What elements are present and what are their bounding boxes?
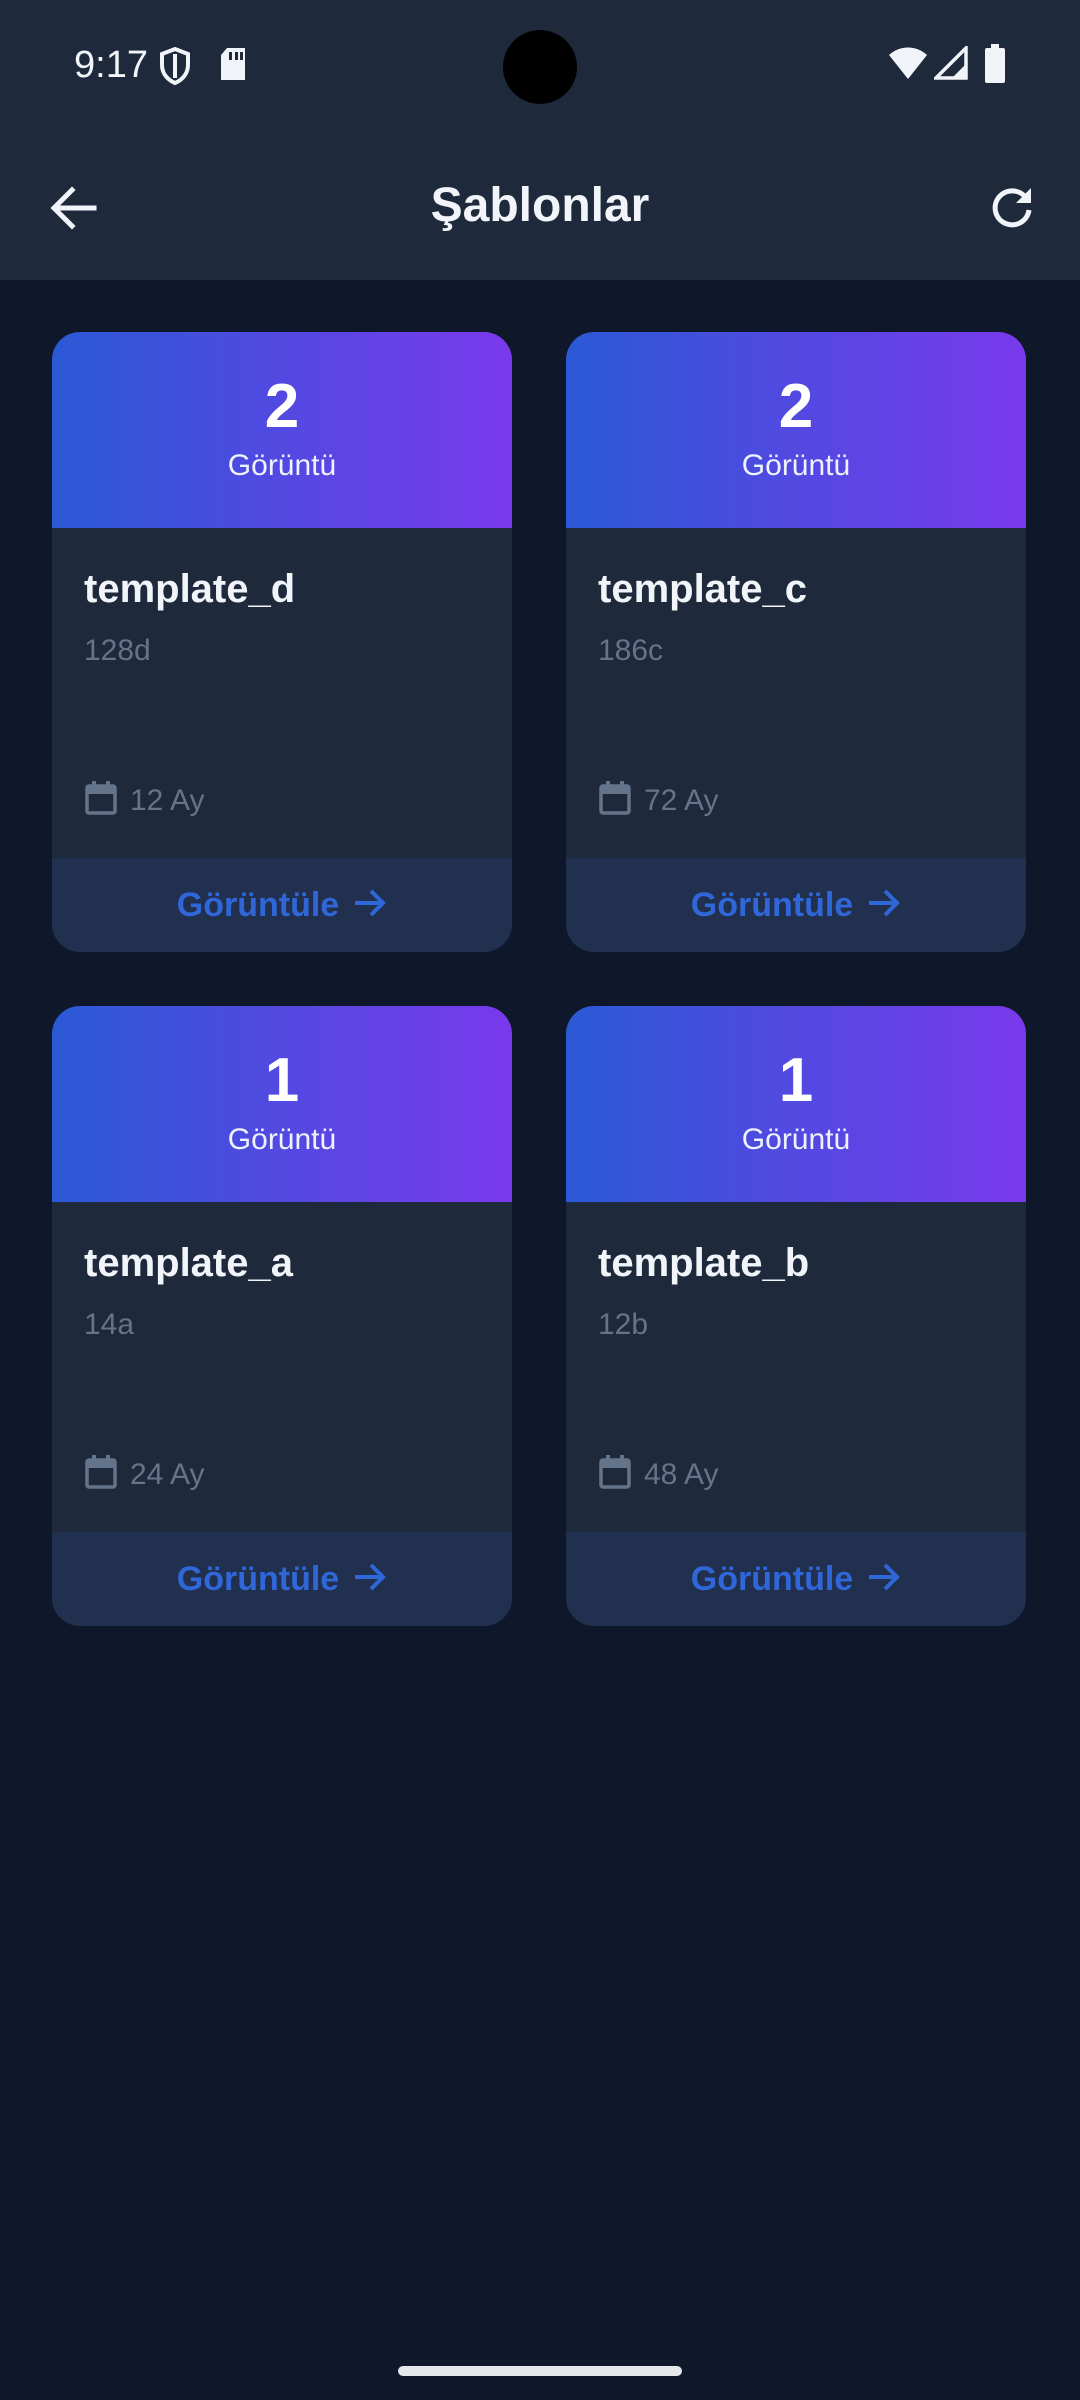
image-count: 2 xyxy=(778,372,814,441)
image-count-label: Görüntü xyxy=(227,1123,337,1156)
view-button-label: Görüntüle xyxy=(690,1560,854,1598)
period-text: 24 Ay xyxy=(130,1457,205,1491)
shield-icon xyxy=(158,46,192,91)
template-code: 186c xyxy=(598,634,664,667)
template-period: 12 Ay xyxy=(84,780,205,821)
card-body: template_d 128d 12 Ay xyxy=(52,528,512,858)
image-count-label: Görüntü xyxy=(741,1123,851,1156)
app-bar: Şablonlar xyxy=(0,150,1080,270)
arrow-right-icon xyxy=(867,1562,901,1597)
status-bar: 9:17 xyxy=(0,0,1080,135)
calendar-icon xyxy=(84,780,118,821)
calendar-icon xyxy=(84,1454,118,1495)
page-title: Şablonlar xyxy=(430,179,650,232)
arrow-right-icon xyxy=(353,888,387,923)
card-header: 2 Görüntü xyxy=(52,332,512,528)
card-header: 1 Görüntü xyxy=(52,1006,512,1202)
wifi-icon xyxy=(888,46,928,85)
refresh-button[interactable] xyxy=(974,172,1050,248)
calendar-icon xyxy=(598,780,632,821)
top-bar: 9:17 Şablonlar xyxy=(0,0,1080,280)
image-count: 2 xyxy=(264,372,300,441)
template-name: template_a xyxy=(84,1241,293,1285)
view-button[interactable]: Görüntüle xyxy=(566,1532,1026,1626)
template-card[interactable]: 2 Görüntü template_c 186c 72 Ay Görüntül… xyxy=(566,332,1026,952)
card-header: 2 Görüntü xyxy=(566,332,1026,528)
sd-card-icon xyxy=(218,46,248,87)
arrow-right-icon xyxy=(353,1562,387,1597)
view-button[interactable]: Görüntüle xyxy=(52,1532,512,1626)
image-count-label: Görüntü xyxy=(227,449,337,482)
template-period: 72 Ay xyxy=(598,780,719,821)
card-body: template_b 12b 48 Ay xyxy=(566,1202,1026,1532)
template-grid: 2 Görüntü template_d 128d 12 Ay Görüntül… xyxy=(52,332,1028,1626)
card-body: template_c 186c 72 Ay xyxy=(566,528,1026,858)
view-button[interactable]: Görüntüle xyxy=(566,858,1026,952)
period-text: 72 Ay xyxy=(644,783,719,817)
view-button[interactable]: Görüntüle xyxy=(52,858,512,952)
view-button-label: Görüntüle xyxy=(690,886,854,924)
period-text: 12 Ay xyxy=(130,783,205,817)
template-period: 24 Ay xyxy=(84,1454,205,1495)
image-count: 1 xyxy=(264,1046,300,1115)
view-button-label: Görüntüle xyxy=(176,886,340,924)
image-count: 1 xyxy=(778,1046,814,1115)
template-card[interactable]: 1 Görüntü template_a 14a 24 Ay Görüntüle xyxy=(52,1006,512,1626)
template-name: template_d xyxy=(84,567,296,611)
front-camera xyxy=(503,30,577,104)
card-body: template_a 14a 24 Ay xyxy=(52,1202,512,1532)
battery-icon xyxy=(984,44,1006,89)
template-code: 12b xyxy=(598,1308,649,1341)
signal-icon xyxy=(931,43,968,85)
status-time: 9:17 xyxy=(74,44,148,86)
calendar-icon xyxy=(598,1454,632,1495)
refresh-icon xyxy=(988,184,1036,237)
template-card[interactable]: 1 Görüntü template_b 12b 48 Ay Görüntüle xyxy=(566,1006,1026,1626)
view-button-label: Görüntüle xyxy=(176,1560,340,1598)
template-card[interactable]: 2 Görüntü template_d 128d 12 Ay Görüntül… xyxy=(52,332,512,952)
period-text: 48 Ay xyxy=(644,1457,719,1491)
card-header: 1 Görüntü xyxy=(566,1006,1026,1202)
template-code: 14a xyxy=(84,1308,135,1341)
image-count-label: Görüntü xyxy=(741,449,851,482)
template-period: 48 Ay xyxy=(598,1454,719,1495)
home-indicator[interactable] xyxy=(398,2366,682,2376)
template-name: template_b xyxy=(598,1241,810,1285)
template-name: template_c xyxy=(598,567,807,611)
arrow-right-icon xyxy=(867,888,901,923)
screen: 9:17 Şablonlar 2 Görüntü template_d 128d… xyxy=(0,0,1080,2400)
template-code: 128d xyxy=(84,634,151,667)
